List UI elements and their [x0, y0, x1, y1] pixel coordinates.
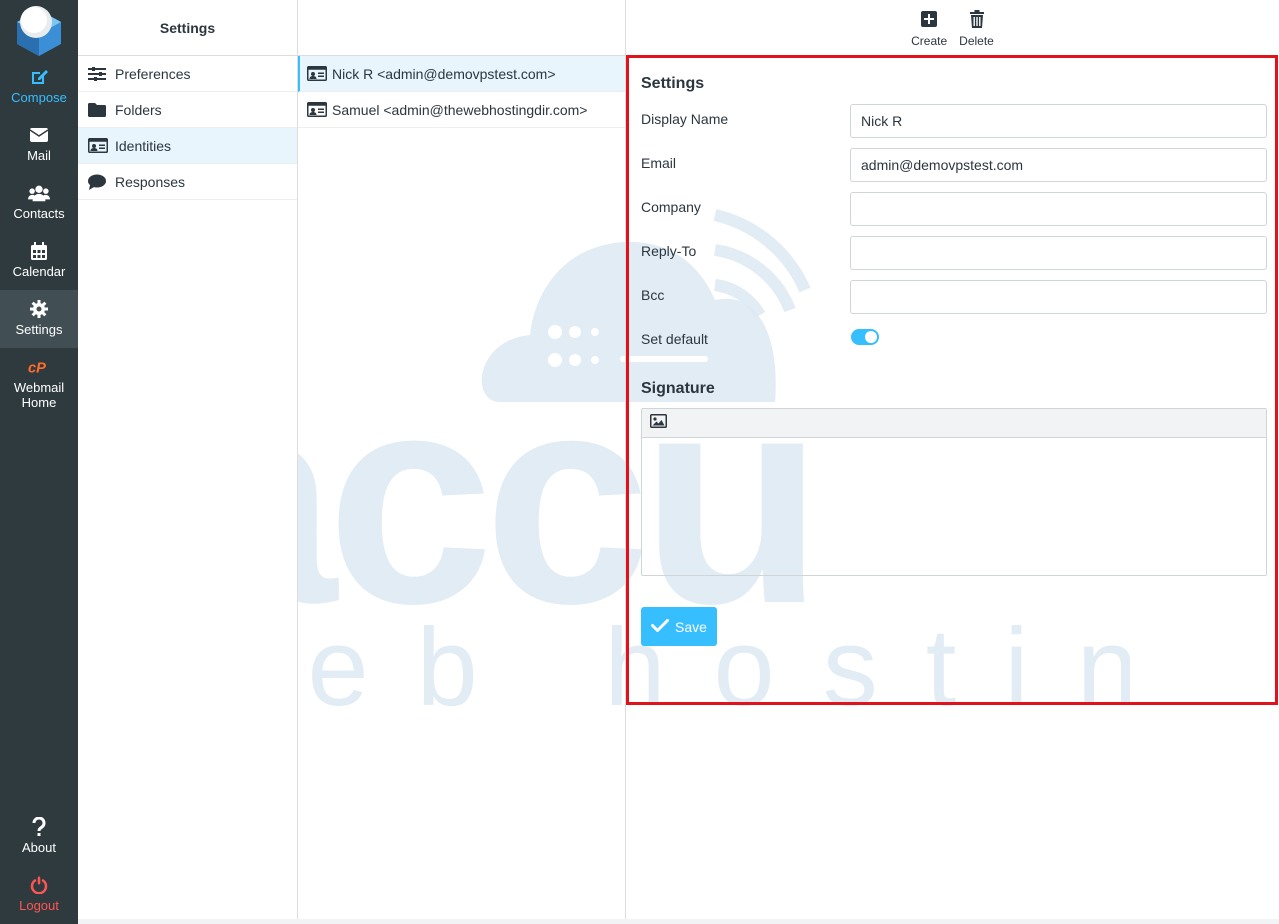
- check-icon: [651, 618, 670, 635]
- roundcube-logo[interactable]: [13, 4, 65, 56]
- rail-webmail-home-label: Webmail Home: [13, 380, 65, 410]
- settings-item-preferences[interactable]: Preferences: [78, 56, 297, 92]
- display-name-input[interactable]: [850, 104, 1267, 138]
- company-label: Company: [641, 199, 701, 215]
- settings-item-folders[interactable]: Folders: [78, 92, 297, 128]
- rail-contacts[interactable]: Contacts: [0, 174, 78, 232]
- save-label: Save: [675, 618, 707, 635]
- rail-calendar[interactable]: Calendar: [0, 232, 78, 290]
- identity-label: Nick R <admin@demovpstest.com>: [332, 65, 556, 82]
- plus-square-icon: [920, 10, 938, 28]
- identity-row[interactable]: Samuel <admin@thewebhostingdir.com>: [298, 92, 625, 128]
- save-button[interactable]: Save: [641, 607, 717, 646]
- mail-icon: [28, 124, 50, 146]
- rail-calendar-label: Calendar: [12, 264, 66, 279]
- signature-editor[interactable]: [641, 408, 1267, 576]
- settings-item-label: Preferences: [115, 65, 191, 82]
- delete-label: Delete: [959, 34, 994, 48]
- app-nav-rail: Compose Mail Contacts Calendar Settings …: [0, 0, 78, 924]
- company-input[interactable]: [850, 192, 1267, 226]
- create-label: Create: [911, 34, 948, 48]
- form-title: Settings: [641, 75, 705, 92]
- id-card-icon: [307, 66, 327, 82]
- comment-icon: [88, 173, 108, 191]
- rail-settings[interactable]: Settings: [0, 290, 78, 348]
- signature-title: Signature: [641, 380, 715, 397]
- gear-icon: [28, 298, 50, 320]
- rail-settings-label: Settings: [15, 322, 63, 337]
- question-icon: [28, 816, 50, 838]
- identities-list-header: [298, 0, 625, 56]
- identity-label: Samuel <admin@thewebhostingdir.com>: [332, 101, 588, 118]
- bcc-input[interactable]: [850, 280, 1267, 314]
- cpanel-icon: cP: [28, 356, 50, 378]
- signature-toolbar: [642, 409, 1266, 438]
- toggle-knob: [865, 331, 877, 343]
- folder-icon: [88, 101, 108, 119]
- power-icon: [28, 874, 50, 896]
- settings-item-label: Responses: [115, 173, 186, 190]
- display-name-label: Display Name: [641, 111, 729, 127]
- rail-logout-label: Logout: [19, 898, 59, 913]
- identity-editor: Create Delete Settings Display Name Emai…: [626, 0, 1279, 924]
- svg-text:cP: cP: [28, 361, 46, 376]
- reply-to-label: Reply-To: [641, 243, 697, 259]
- settings-sidebar: Settings Preferences Folders Identities …: [78, 0, 298, 924]
- set-default-toggle[interactable]: [851, 329, 879, 345]
- bottom-bar: [78, 919, 1279, 924]
- settings-item-label: Identities: [115, 137, 172, 154]
- settings-item-identities[interactable]: Identities: [78, 128, 297, 164]
- reply-to-input[interactable]: [850, 236, 1267, 270]
- email-label: Email: [641, 155, 677, 171]
- sliders-icon: [88, 65, 108, 83]
- toolbar: Create Delete: [626, 0, 1279, 56]
- rail-compose[interactable]: Compose: [0, 58, 78, 116]
- identities-list: Nick R <admin@demovpstest.com> Samuel <a…: [298, 0, 626, 924]
- image-icon[interactable]: [650, 413, 667, 433]
- settings-header: Settings: [78, 0, 297, 56]
- identity-row[interactable]: Nick R <admin@demovpstest.com>: [298, 56, 625, 92]
- calendar-icon: [28, 240, 50, 262]
- rail-webmail-home[interactable]: cP Webmail Home: [0, 348, 78, 414]
- id-card-icon: [88, 137, 108, 155]
- bcc-label: Bcc: [641, 287, 665, 303]
- rail-mail-label: Mail: [27, 148, 51, 163]
- email-input[interactable]: [850, 148, 1267, 182]
- contacts-icon: [28, 182, 50, 204]
- rail-contacts-label: Contacts: [13, 206, 65, 221]
- create-button[interactable]: Create: [911, 10, 947, 48]
- rail-about[interactable]: About: [0, 808, 78, 866]
- identity-form-highlight: Settings Display Name Email Company Repl…: [626, 55, 1278, 705]
- settings-item-responses[interactable]: Responses: [78, 164, 297, 200]
- compose-icon: [28, 66, 50, 88]
- rail-about-label: About: [22, 840, 56, 855]
- settings-item-label: Folders: [115, 101, 162, 118]
- rail-logout[interactable]: Logout: [0, 866, 78, 924]
- id-card-icon: [307, 102, 327, 118]
- rail-mail[interactable]: Mail: [0, 116, 78, 174]
- set-default-label: Set default: [641, 331, 708, 347]
- trash-icon: [968, 10, 986, 28]
- delete-button[interactable]: Delete: [959, 10, 994, 48]
- rail-compose-label: Compose: [11, 90, 67, 105]
